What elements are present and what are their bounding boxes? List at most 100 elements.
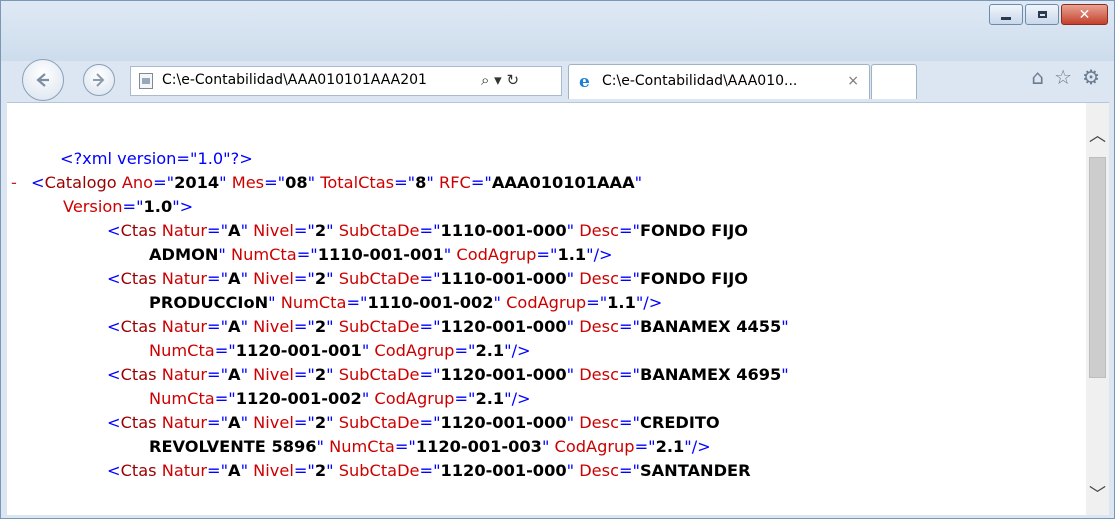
attr-value: 1120-001-000	[440, 413, 567, 432]
attr-name: Natur	[156, 413, 208, 432]
attr-value: 1120-001-001	[235, 341, 362, 360]
markup-text: "/>	[684, 437, 711, 456]
tag-name: Ctas	[120, 461, 157, 480]
markup-text: ="	[207, 269, 229, 288]
scroll-up-icon[interactable]: ︿	[1086, 121, 1109, 146]
attr-name: Natur	[156, 221, 208, 240]
attr-name: NumCta	[225, 245, 297, 264]
scroll-down-icon[interactable]: ﹀	[1086, 480, 1109, 505]
close-icon: ✕	[1078, 6, 1091, 23]
maximize-button[interactable]	[1025, 4, 1059, 25]
markup-text: "	[326, 221, 334, 240]
attr-value: 1120-001-000	[440, 317, 567, 336]
settings-gear-icon[interactable]: ⚙	[1082, 65, 1100, 89]
markup-text: "/>	[586, 245, 613, 264]
attr-value: A	[228, 413, 241, 432]
favorites-star-icon[interactable]: ☆	[1054, 65, 1072, 89]
new-tab-button[interactable]	[871, 64, 917, 99]
forward-button[interactable]	[83, 64, 115, 96]
attr-name: Natur	[156, 461, 208, 480]
markup-text: ="	[207, 365, 229, 384]
browser-window: ✕ C:\e-Contabilidad\AAA010101AAA201 ⌕ ▾ …	[0, 0, 1115, 519]
attr-name: CodAgrup	[451, 245, 537, 264]
attr-name: RFC	[438, 173, 471, 192]
minimize-button[interactable]	[989, 4, 1023, 25]
attr-value: 2	[314, 317, 327, 336]
scroll-thumb[interactable]	[1089, 157, 1106, 378]
markup-text: <	[107, 269, 121, 288]
markup-text: ="	[419, 221, 441, 240]
markup-text: "	[781, 317, 789, 336]
page-icon	[139, 73, 153, 89]
attr-name: Nivel	[248, 365, 294, 384]
attr-name: CodAgrup	[549, 437, 635, 456]
attr-value: BANAMEX 4695	[639, 365, 782, 384]
collapse-marker[interactable]: -	[7, 171, 31, 195]
attr-name: CodAgrup	[369, 389, 455, 408]
address-input[interactable]: C:\e-Contabilidad\AAA010101AAA201	[162, 72, 482, 88]
window-controls: ✕	[987, 4, 1108, 25]
tag-name: Ctas	[120, 365, 157, 384]
markup-text: "	[240, 317, 249, 336]
tab-close-icon[interactable]: ×	[847, 73, 859, 89]
address-bar[interactable]: C:\e-Contabilidad\AAA010101AAA201 ⌕ ▾ ↻	[130, 66, 562, 96]
markup-text: ="	[293, 461, 315, 480]
markup-text: "/>	[504, 389, 531, 408]
attr-name: Nivel	[248, 269, 294, 288]
markup-text: "/>	[635, 293, 663, 312]
attr-value: 2.1	[655, 437, 685, 456]
markup-text: "	[326, 413, 334, 432]
attr-name: SubCtaDe	[333, 365, 420, 384]
markup-text: ="	[293, 365, 315, 384]
markup-text: "	[218, 245, 226, 264]
declaration-text: <?xml version="1.0"?>	[60, 149, 253, 168]
markup-text: "	[240, 413, 249, 432]
attr-value: 2.1	[475, 389, 505, 408]
attr-name: Mes	[231, 173, 265, 192]
tag-name: Ctas	[120, 221, 157, 240]
back-button[interactable]	[22, 59, 64, 101]
markup-text: ="	[454, 341, 476, 360]
attr-value: A	[228, 365, 241, 384]
vertical-scrollbar[interactable]: ︿ ﹀	[1086, 103, 1109, 515]
markup-text: ="	[419, 365, 441, 384]
attr-value: FONDO FIJO	[639, 269, 749, 288]
attr-name: Nivel	[248, 221, 294, 240]
tag-name: Catalogo	[44, 173, 117, 192]
markup-text: <	[107, 365, 121, 384]
attr-value: 1.0	[143, 197, 173, 216]
tab-active[interactable]: e C:\e-Contabilidad\AAA010... ×	[568, 64, 870, 99]
markup-text: ="	[293, 221, 315, 240]
markup-text: "	[566, 269, 575, 288]
close-button[interactable]: ✕	[1061, 4, 1108, 25]
markup-text: ="	[207, 413, 229, 432]
attr-name: Ano	[121, 173, 154, 192]
xml-line: REVOLVENTE 5896" NumCta="1120-001-003" C…	[7, 435, 1085, 459]
attr-value: 1.1	[607, 293, 636, 312]
xml-child-lines: <Ctas Natur="A" Nivel="2" SubCtaDe="1110…	[7, 219, 1085, 483]
markup-text: ="	[618, 365, 640, 384]
xml-document: <?xml version="1.0"?> - <Catalogo Ano="20…	[7, 147, 1085, 483]
attr-value: SANTANDER	[639, 461, 751, 480]
markup-text: "	[268, 293, 276, 312]
attr-name: TotalCtas	[320, 173, 395, 192]
search-refresh-icons[interactable]: ⌕ ▾ ↻	[481, 71, 519, 89]
attr-name: Natur	[156, 269, 208, 288]
attr-value: 2014	[174, 173, 220, 192]
markup-text: ="	[618, 317, 640, 336]
attr-value: 1110-001-000	[440, 269, 567, 288]
attr-value: A	[228, 461, 241, 480]
markup-text: ="	[296, 245, 318, 264]
markup-text: "	[566, 461, 575, 480]
markup-text: "	[781, 365, 789, 384]
attr-name: Version	[63, 197, 123, 216]
home-icon[interactable]: ⌂	[1031, 65, 1044, 89]
markup-text: "	[566, 221, 575, 240]
markup-text: <	[31, 173, 45, 192]
ie-logo-icon: e	[579, 72, 590, 92]
markup-text: ="	[293, 269, 315, 288]
attr-value: REVOLVENTE 5896	[149, 437, 317, 456]
navigation-bar: C:\e-Contabilidad\AAA010101AAA201 ⌕ ▾ ↻ …	[1, 55, 1114, 107]
xml-line: NumCta="1120-001-001" CodAgrup="2.1"/>	[7, 339, 1085, 363]
markup-text: ="	[634, 437, 656, 456]
